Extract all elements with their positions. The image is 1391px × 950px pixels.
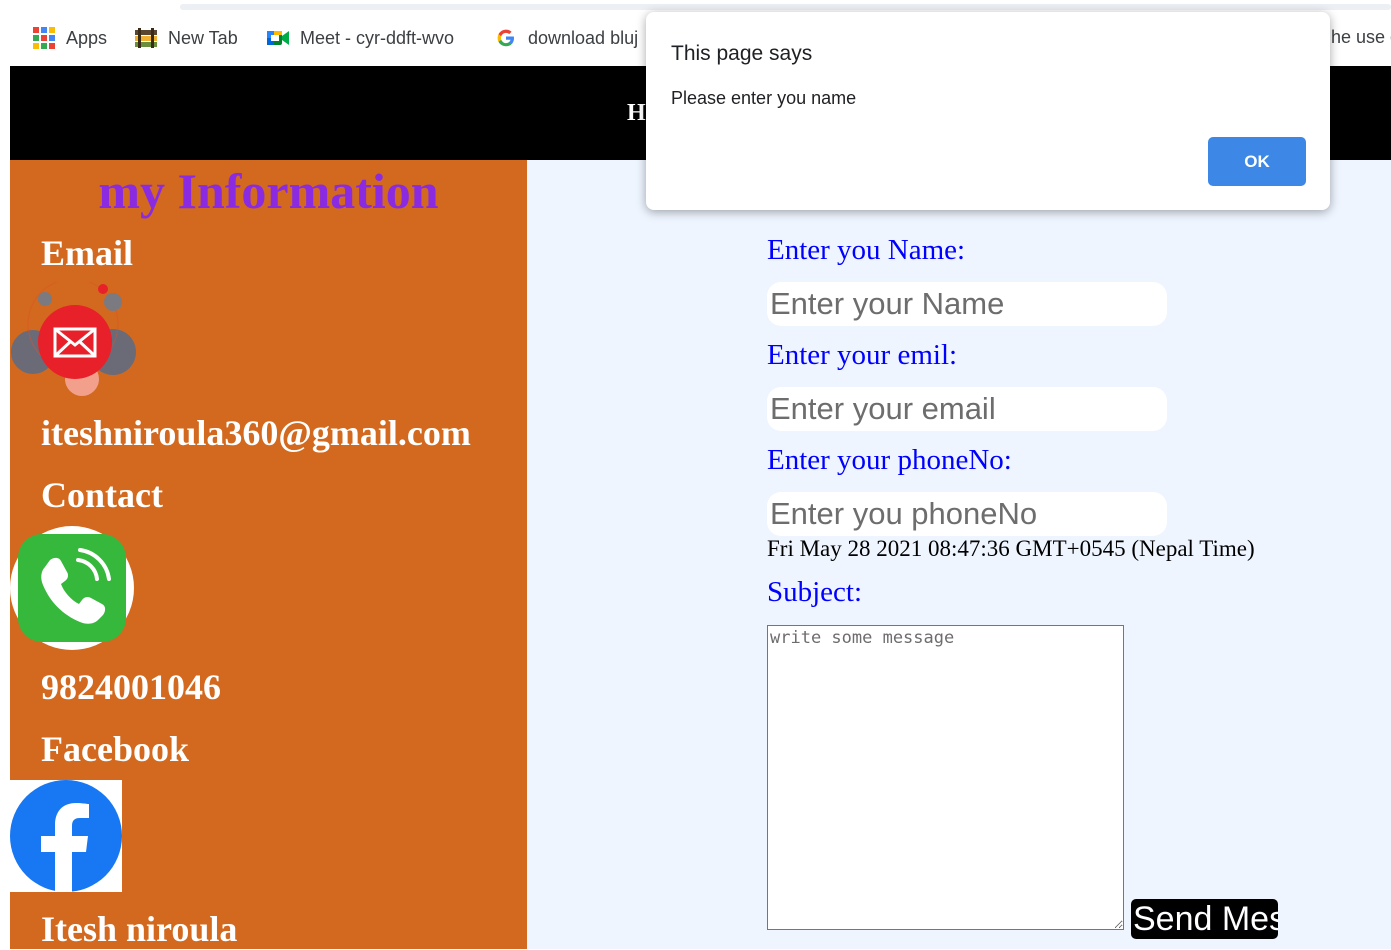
bookmark-label: Apps (66, 27, 108, 48)
contact-heading: Contact (41, 475, 163, 515)
message-textarea[interactable] (767, 625, 1124, 930)
bookmark-label: Meet - cyr-ddft-wvo (300, 27, 455, 48)
email-input[interactable] (767, 387, 1167, 431)
email-icon (10, 278, 140, 397)
facebook-heading: Facebook (41, 729, 189, 769)
current-datetime: Fri May 28 2021 08:47:36 GMT+0545 (Nepal… (767, 536, 1255, 561)
bookmark-apps[interactable]: Apps (32, 24, 107, 52)
bookmark-new-tab[interactable]: New Tab (134, 24, 238, 52)
phone-icon (10, 526, 134, 650)
name-label: Enter you Name: (767, 234, 966, 266)
google-g-icon (494, 26, 518, 50)
contact-form-area: Enter you Name: Enter your emil: Enter y… (527, 160, 1391, 949)
sidebar-title: my Information (98, 163, 439, 219)
new-tab-icon (134, 26, 158, 50)
google-meet-icon (266, 26, 290, 50)
toolbar-edge (180, 4, 1391, 10)
bookmark-download[interactable]: download bluj (494, 24, 638, 52)
phone-label: Enter your phoneNo: (767, 444, 1012, 476)
name-input[interactable] (767, 282, 1167, 326)
subject-label: Subject: (767, 576, 863, 608)
header-text: H (627, 100, 646, 126)
phone-input[interactable] (767, 492, 1167, 536)
dialog-title: This page says (671, 42, 813, 65)
dialog-message: Please enter you name (671, 88, 857, 108)
send-message-button[interactable]: Send Message (1131, 899, 1278, 939)
bookmark-label: download bluj (528, 27, 639, 48)
bookmark-meet[interactable]: Meet - cyr-ddft-wvo (266, 24, 454, 52)
email-value: iteshniroula360@gmail.com (41, 413, 471, 453)
email-label: Enter your emil: (767, 339, 958, 371)
apps-grid-icon (32, 26, 56, 50)
facebook-value: Itesh niroula (41, 909, 238, 949)
alert-dialog: This page says Please enter you name OK (646, 12, 1330, 210)
bookmark-overflow-text[interactable]: he use c (1331, 27, 1391, 48)
bookmark-label: New Tab (168, 27, 238, 48)
ok-button[interactable]: OK (1208, 137, 1306, 186)
info-sidebar: my Information Email iteshniroula360@gma… (10, 160, 527, 949)
facebook-icon (10, 780, 122, 892)
contact-value: 9824001046 (41, 667, 221, 707)
email-heading: Email (41, 233, 134, 273)
